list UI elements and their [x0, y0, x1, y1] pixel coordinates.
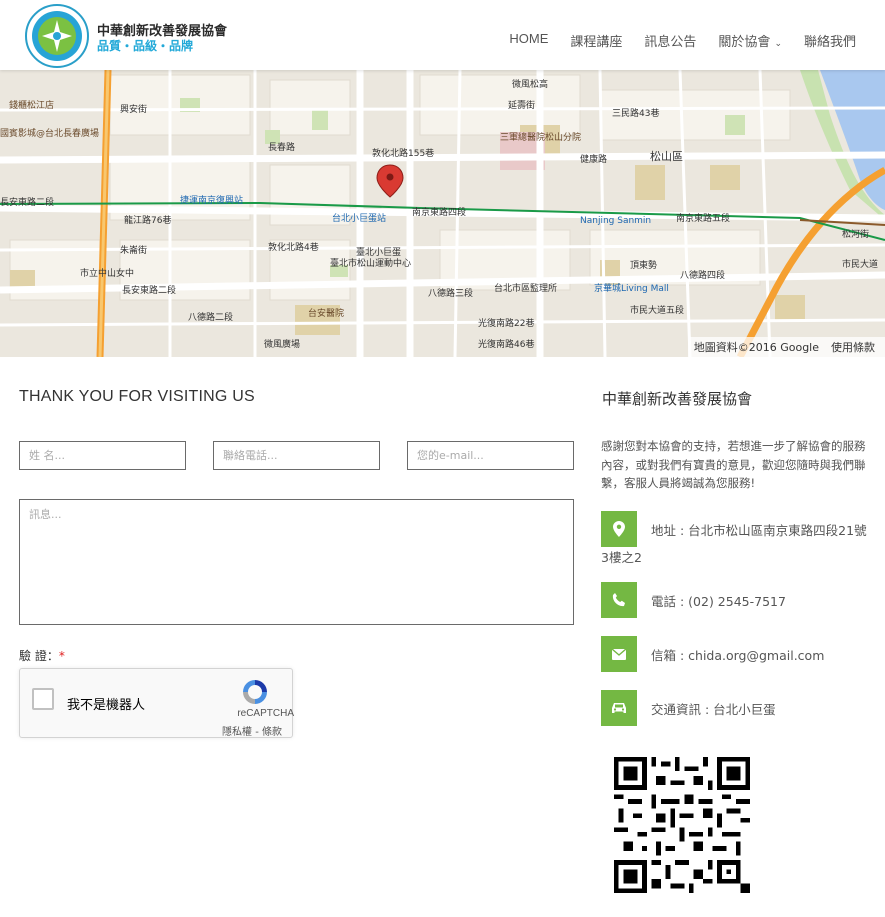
map-label: 臺北市松山運動中心	[330, 259, 412, 269]
map-attribution-text: 地圖資料©2016 Google	[693, 341, 819, 354]
verify-label: 驗 證：*	[19, 647, 65, 664]
nav-courses[interactable]: 課程講座	[570, 31, 622, 50]
map-label: 健康路	[580, 155, 608, 165]
map-label: 錢櫃松江店	[9, 101, 55, 111]
map-label: 八德路二段	[188, 313, 234, 323]
recaptcha-checkbox[interactable]	[32, 688, 54, 710]
name-field	[19, 441, 186, 470]
name-input[interactable]	[20, 442, 185, 469]
phone-row: 電話 : (02) 2545-7517	[601, 582, 871, 618]
map-label: 長安東路二段	[122, 286, 177, 296]
map-label: 三軍總醫院松山分院	[500, 133, 582, 143]
email-row: 信箱 : chida.org@gmail.com	[601, 636, 871, 672]
map-label: 南京東路五段	[676, 214, 731, 224]
nav-about-label: 關於協會	[718, 34, 771, 49]
form-title: THANK YOU FOR VISITING US	[19, 388, 255, 405]
map-label: 興安街	[120, 105, 148, 115]
map-label: 八德路四段	[680, 271, 726, 281]
map-label: 朱崙街	[120, 246, 148, 256]
map-label: 松河街	[842, 230, 870, 240]
nav-contact[interactable]: 聯絡我們	[804, 31, 856, 50]
address-text-cont: 3樓之2	[601, 550, 642, 565]
message-field	[19, 499, 574, 625]
message-input[interactable]	[20, 500, 573, 624]
map-label: 松山區	[650, 150, 683, 163]
logo-tagline: 品質・品級・品牌	[97, 39, 194, 53]
phone-text: 電話 : (02) 2545-7517	[651, 594, 786, 609]
nav-home[interactable]: HOME	[509, 31, 548, 50]
map-label: 龍江路76巷	[124, 216, 172, 226]
contact-title: 中華創新改善發展協會	[602, 390, 753, 408]
map-label: 京華城Living Mall	[594, 284, 669, 294]
map-attribution: 地圖資料©2016 Google 使用條款	[687, 337, 885, 357]
contact-intro: 感謝您對本協會的支持，若想進一步了解協會的服務內容，或對我們有寶貴的意見，歡迎您…	[601, 439, 866, 490]
map-label: 南京東路四段	[412, 208, 467, 218]
email-text[interactable]: 信箱 : chida.org@gmail.com	[651, 645, 824, 664]
recaptcha-brand: reCAPTCHA	[237, 708, 294, 719]
map-label: 市民大道五段	[630, 306, 685, 316]
envelope-icon	[601, 636, 637, 672]
address-text: 地址 : 台北市松山區南京東路四段21號	[651, 523, 867, 538]
email-input[interactable]	[408, 442, 573, 469]
map-label: 八德路三段	[428, 289, 474, 299]
map-label: 台北小巨蛋站	[332, 214, 387, 224]
nav-about[interactable]: 關於協會 ⌄	[718, 31, 782, 50]
map-label: 三民路43巷	[612, 109, 660, 119]
phone-input[interactable]	[214, 442, 379, 469]
car-icon	[601, 690, 637, 726]
map-terms-link[interactable]: 使用條款	[831, 341, 875, 354]
map-label: 頂東勢	[630, 261, 658, 271]
recaptcha-widget: 我不是機器人 reCAPTCHA 隱私權 - 條款	[19, 668, 294, 738]
recaptcha-label: 我不是機器人	[67, 698, 146, 713]
map-label: 敦化北路155巷	[372, 149, 435, 159]
transit-row: 交通資訊 : 台北小巨蛋	[601, 690, 871, 726]
map-label: 長安東路二段	[0, 198, 55, 208]
phone-field	[213, 441, 380, 470]
map-label: 光復南路22巷	[478, 319, 535, 329]
address-row: 地址 : 台北市松山區南京東路四段21號 3樓之2	[601, 511, 871, 567]
recaptcha-logo-icon	[243, 680, 267, 704]
map-label: 國賓影城@台北長春廣場	[0, 129, 100, 139]
required-mark: *	[58, 649, 65, 663]
map-label: 微風松高	[512, 80, 549, 90]
map-label: 長春路	[268, 143, 296, 153]
main-nav: HOME 課程講座 訊息公告 關於協會 ⌄ 聯絡我們	[487, 31, 856, 50]
transit-text: 交通資訊 : 台北小巨蛋	[651, 702, 776, 717]
map-label: 捷運南京復興站	[180, 196, 244, 206]
nav-announcements[interactable]: 訊息公告	[644, 31, 696, 50]
google-map[interactable]: 錢櫃松江店 興安街 國賓影城@台北長春廣場 長安東路二段 龍江路76巷 朱崙街 …	[0, 70, 885, 357]
chevron-down-icon: ⌄	[774, 38, 782, 48]
map-label: 台北市區監理所	[494, 284, 558, 294]
map-label: Nanjing Sanmin	[580, 216, 652, 226]
map-label: 延壽街	[508, 101, 536, 111]
map-label: 市民大道	[842, 260, 879, 270]
email-field	[407, 441, 574, 470]
qr-code	[614, 757, 750, 893]
map-label: 敦化北路4巷	[268, 243, 319, 253]
map-label: 台安醫院	[308, 309, 345, 319]
verify-label-text: 驗 證：	[19, 649, 59, 663]
recaptcha-terms-link[interactable]: 隱私權 - 條款	[222, 723, 282, 738]
site-header: 中華創新改善發展協會 品質・品級・品牌 HOME 課程講座 訊息公告 關於協會 ⌄…	[0, 0, 885, 70]
association-logo-icon[interactable]	[24, 3, 90, 69]
map-label: 光復南路46巷	[478, 340, 535, 350]
map-marker-icon	[601, 511, 637, 547]
map-label: 微風廣場	[264, 340, 301, 350]
phone-icon	[601, 582, 637, 618]
map-label: 市立中山女中	[80, 269, 135, 279]
